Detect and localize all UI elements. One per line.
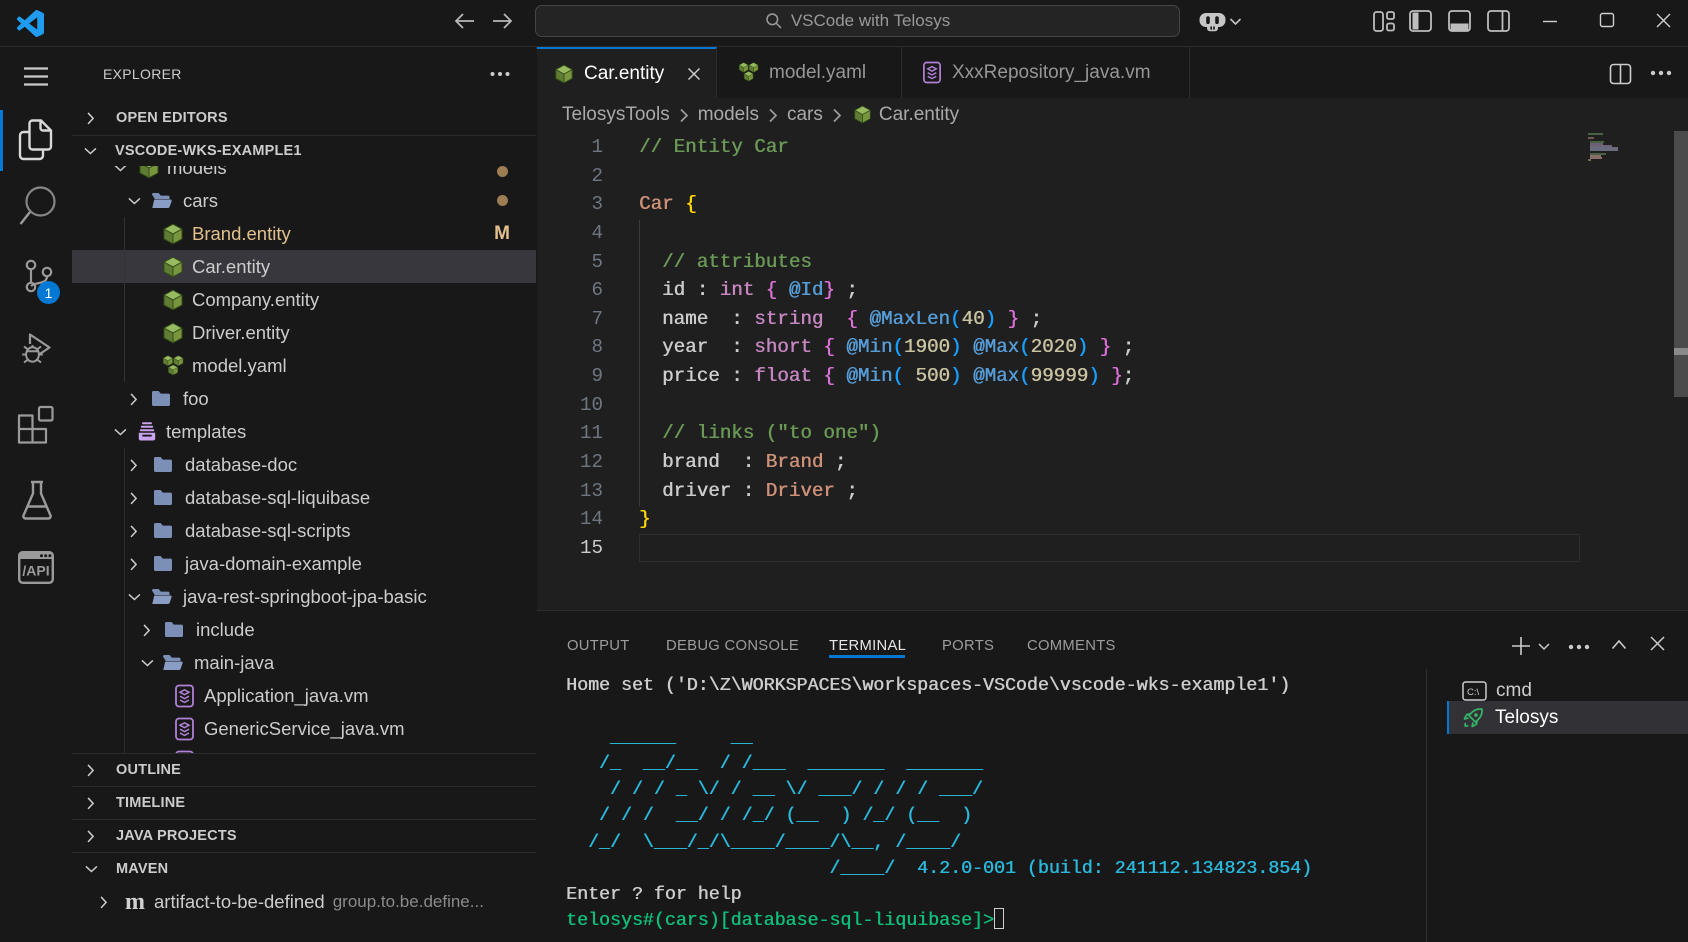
svg-text:C:\: C:\ bbox=[1467, 687, 1480, 698]
svg-text:/API: /API bbox=[22, 563, 49, 579]
